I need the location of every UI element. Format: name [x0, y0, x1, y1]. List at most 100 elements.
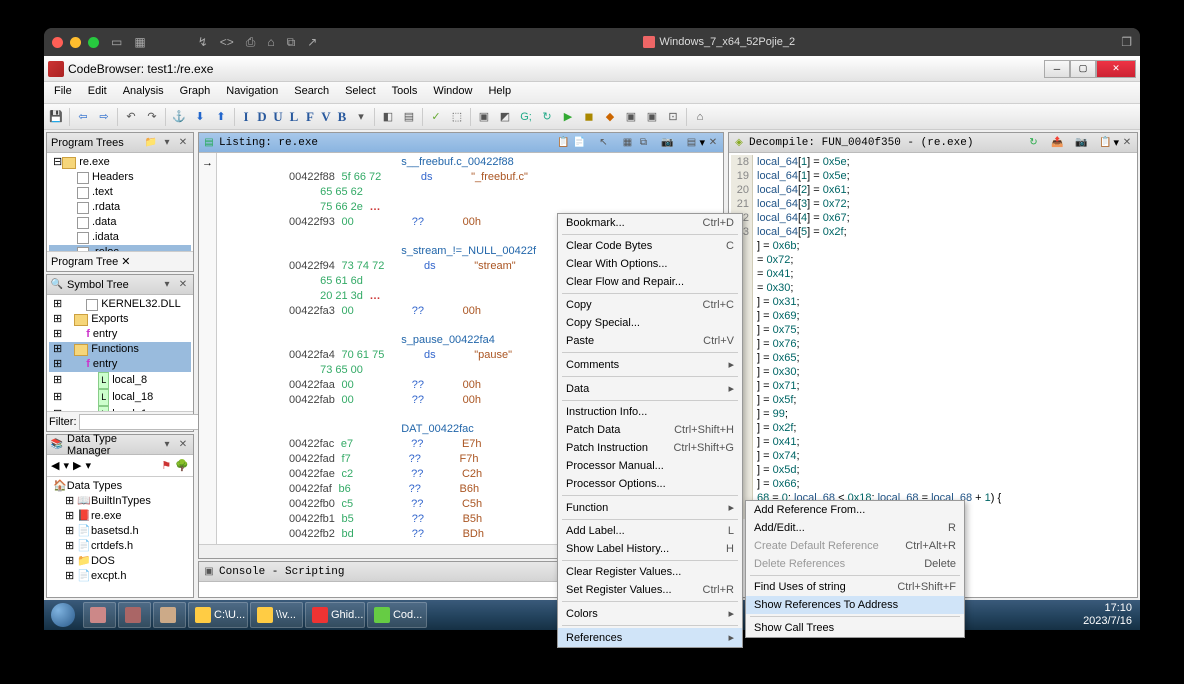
config-icon[interactable]: ⧉: [635, 135, 651, 151]
export-icon[interactable]: ↗: [307, 35, 317, 50]
menu-analysis[interactable]: Analysis: [115, 82, 172, 103]
symbol-item[interactable]: ⊞Llocal_18: [49, 389, 191, 406]
copy-icon[interactable]: 📋: [1097, 135, 1113, 151]
filter-icon[interactable]: ⚑: [161, 459, 171, 472]
toolbar-F[interactable]: F: [302, 109, 318, 125]
listing-arrow[interactable]: →: [199, 153, 217, 544]
taskbar-item[interactable]: [118, 602, 151, 628]
menu-item[interactable]: Show Call Trees: [746, 619, 964, 637]
system-tray[interactable]: 17:10 2023/7/16: [1075, 602, 1140, 628]
cube-icon[interactable]: ◼: [579, 107, 599, 127]
grid-icon[interactable]: ▦: [134, 35, 145, 49]
anchor-icon[interactable]: ⚓: [169, 107, 189, 127]
symbol-item[interactable]: ⊞fentry: [49, 357, 191, 372]
close-icon[interactable]: ✕: [1119, 135, 1135, 151]
decompile-line[interactable]: ] = 0x2f;: [731, 421, 1135, 435]
start-button[interactable]: [44, 600, 82, 630]
menu-item[interactable]: Patch InstructionCtrl+Shift+G: [558, 439, 742, 457]
dtm-body[interactable]: 🏠Data Types⊞ 📖BuiltInTypes⊞ 📕re.exe⊞ 📄ba…: [47, 477, 193, 597]
check-icon[interactable]: ✓: [426, 107, 446, 127]
dtm-item[interactable]: ⊞ 📁DOS: [49, 554, 191, 569]
lock-icon[interactable]: ⌂: [267, 35, 274, 50]
decompile-line[interactable]: 20local_64[2] = 0x61;: [731, 183, 1135, 197]
decompile-line[interactable]: 23local_64[5] = 0x2f;: [731, 225, 1135, 239]
refresh-icon[interactable]: ↻: [1025, 135, 1041, 151]
tree-item[interactable]: .idata: [49, 230, 191, 245]
menu-item[interactable]: Add/Edit...R: [746, 519, 964, 537]
more2-icon[interactable]: ◩: [495, 107, 515, 127]
toolbar-U[interactable]: U: [270, 109, 286, 125]
menu-item[interactable]: Clear Code BytesC: [558, 237, 742, 255]
dtm-item[interactable]: ⊞ 📕re.exe: [49, 509, 191, 524]
menu-item[interactable]: Add Label...L: [558, 522, 742, 540]
back-icon[interactable]: ◀: [51, 459, 59, 472]
decompile-line[interactable]: = 0x41;: [731, 267, 1135, 281]
menu-tools[interactable]: Tools: [384, 82, 426, 103]
dropdown-icon[interactable]: ▾: [159, 437, 175, 453]
decompile-line[interactable]: ] = 0x71;: [731, 379, 1135, 393]
dtm-root[interactable]: 🏠Data Types: [49, 479, 191, 494]
back-icon[interactable]: ⇦: [73, 107, 93, 127]
close-icon[interactable]: ✕: [175, 135, 191, 151]
menu-edit[interactable]: Edit: [80, 82, 115, 103]
menu-file[interactable]: File: [46, 82, 80, 103]
search-icon[interactable]: 🔍: [49, 277, 65, 293]
dropdown-icon[interactable]: ▾: [351, 107, 371, 127]
toolbar-V[interactable]: V: [318, 109, 334, 125]
menu-help[interactable]: Help: [480, 82, 519, 103]
decompile-line[interactable]: 19local_64[1] = 0x5e;: [731, 169, 1135, 183]
decompile-line[interactable]: 18local_64[1] = 0x5e;: [731, 155, 1135, 169]
tree-icon[interactable]: 🌳: [175, 459, 189, 472]
menu-item[interactable]: Processor Options...: [558, 475, 742, 493]
menu-item[interactable]: Function▸: [558, 498, 742, 517]
menu-graph[interactable]: Graph: [172, 82, 219, 103]
save-icon[interactable]: 💾: [46, 107, 66, 127]
outer-titlebar[interactable]: ▭ ▦ ↯ <> ⎙ ⌂ ⧉ ↗ Windows_7_x64_52Pojie_2…: [44, 28, 1140, 56]
menu-item[interactable]: Show References To Address: [746, 596, 964, 614]
taskbar-item[interactable]: [153, 602, 186, 628]
menu-item[interactable]: Add Reference From...: [746, 501, 964, 519]
menu-item[interactable]: Patch DataCtrl+Shift+H: [558, 421, 742, 439]
program-trees-body[interactable]: ⊟re.exeHeaders.text.rdata.data.idata.rel…: [47, 153, 193, 251]
program-tree-tab[interactable]: Program Tree ✕: [47, 251, 193, 271]
more4-icon[interactable]: ▣: [642, 107, 662, 127]
decompile-line[interactable]: ] = 0x75;: [731, 323, 1135, 337]
menu-item[interactable]: PasteCtrl+V: [558, 332, 742, 350]
decompile-line[interactable]: = 0x72;: [731, 253, 1135, 267]
menu-item[interactable]: Instruction Info...: [558, 403, 742, 421]
decompile-line[interactable]: = 0x30;: [731, 281, 1135, 295]
doc-icon[interactable]: 📄: [571, 135, 587, 151]
export-icon[interactable]: 📤: [1049, 135, 1065, 151]
diamond-icon[interactable]: ◆: [600, 107, 620, 127]
toolbar-B[interactable]: B: [334, 109, 350, 125]
close-icon[interactable]: ✕: [705, 135, 721, 151]
tree-item[interactable]: .data: [49, 215, 191, 230]
window-control-icon[interactable]: ❐: [1121, 35, 1132, 49]
maximize-icon[interactable]: [88, 37, 99, 48]
dtm-toolbar[interactable]: ◀▾ ▶▾ ⚑ 🌳: [47, 455, 193, 477]
symbol-item[interactable]: ⊞KERNEL32.DLL: [49, 297, 191, 312]
menu-item[interactable]: Comments▸: [558, 355, 742, 374]
camera-icon[interactable]: 📷: [659, 135, 675, 151]
menu-item[interactable]: Bookmark...Ctrl+D: [558, 214, 742, 232]
toolbar-I[interactable]: I: [238, 109, 254, 125]
toolbar-L[interactable]: L: [286, 109, 302, 125]
menu-item[interactable]: Set Register Values...Ctrl+R: [558, 581, 742, 599]
decompile-line[interactable]: ] = 0x31;: [731, 295, 1135, 309]
menu-select[interactable]: Select: [337, 82, 384, 103]
listing-header[interactable]: ▤ Listing: re.exe 📋 📄 ↖ ▦ ⧉ 📷 ▤▾ ✕: [199, 133, 723, 153]
dtm-item[interactable]: ⊞ 📄basetsd.h: [49, 524, 191, 539]
close-icon[interactable]: ✕: [175, 277, 191, 293]
symbol-tree-body[interactable]: ⊞KERNEL32.DLL⊞Exports⊞fentry⊞Functions⊞f…: [47, 295, 193, 411]
symbol-tree-header[interactable]: 🔍 Symbol Tree ▾ ✕: [47, 275, 193, 295]
symbol-item[interactable]: ⊞Functions: [49, 342, 191, 357]
copy-icon[interactable]: 📋: [555, 135, 571, 151]
graph-icon[interactable]: ◧: [378, 107, 398, 127]
up-icon[interactable]: ⬆: [211, 107, 231, 127]
restore-button[interactable]: ▢: [1070, 60, 1096, 78]
more1-icon[interactable]: ▣: [474, 107, 494, 127]
minimize-button[interactable]: ─: [1044, 60, 1070, 78]
context-menu[interactable]: Bookmark...Ctrl+DClear Code BytesCClear …: [557, 213, 743, 648]
dropdown-icon[interactable]: ▾: [159, 277, 175, 293]
taskbar-item[interactable]: C:\U...: [188, 602, 248, 628]
